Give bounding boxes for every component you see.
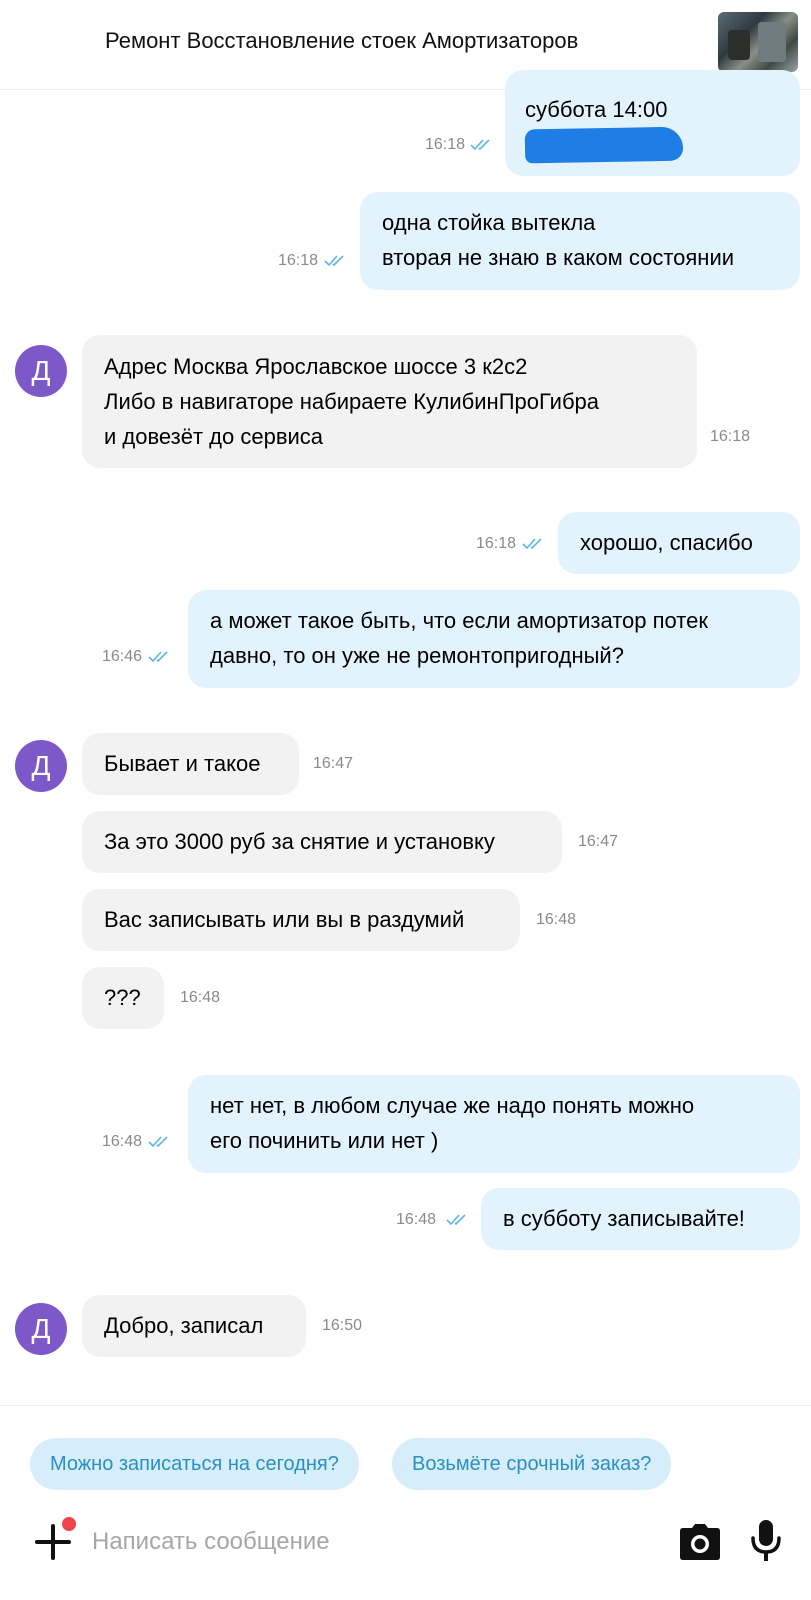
message-text: Бывает и такое [104, 751, 261, 776]
message-input[interactable] [92, 1522, 652, 1562]
message-time: 16:18 [476, 535, 517, 552]
plus-icon-bar [51, 1524, 55, 1560]
incoming-message[interactable]: Вас записывать или вы в раздумий [82, 889, 520, 951]
message-text: и довезёт до сервиса [104, 424, 324, 449]
incoming-message[interactable]: Бывает и такое [82, 733, 299, 795]
redaction-mark [524, 126, 684, 164]
message-text: его починить или нет ) [210, 1128, 439, 1153]
composer-area [0, 1405, 811, 1600]
incoming-message[interactable]: Адрес Москва Ярославское шоссе 3 к2с2 Ли… [82, 335, 697, 468]
incoming-message[interactable]: За это 3000 руб за снятие и установку [82, 811, 562, 873]
message-text: одна стойка вытекла [382, 210, 596, 235]
message-time: 16:18 [425, 136, 466, 153]
double-check-icon [148, 1135, 174, 1149]
quick-reply-chip[interactable]: Можно записаться на сегодня? [30, 1438, 359, 1490]
message-text: вторая не знаю в каком состоянии [382, 245, 735, 270]
message-text: За это 3000 руб за снятие и установку [104, 829, 495, 854]
message-text: нет нет, в любом случае же надо понять м… [210, 1093, 695, 1118]
message-text: в субботу записывайте! [503, 1206, 745, 1231]
camera-icon[interactable] [678, 1522, 722, 1566]
double-check-icon [324, 254, 350, 268]
outgoing-message[interactable]: а может такое быть, что если амортизатор… [188, 590, 800, 688]
outgoing-message[interactable]: в субботу записывайте! [481, 1188, 800, 1250]
message-time: 16:18 [278, 252, 319, 269]
chat-title[interactable]: Ремонт Восстановление стоек Амортизаторо… [105, 28, 578, 54]
double-check-icon [470, 138, 496, 152]
double-check-icon [522, 537, 548, 551]
listing-thumbnail[interactable] [718, 12, 798, 72]
outgoing-message[interactable]: нет нет, в любом случае же надо понять м… [188, 1075, 800, 1173]
sender-avatar[interactable]: Д [15, 1303, 67, 1355]
message-time: 16:47 [578, 833, 619, 850]
thumbnail-shape [728, 30, 750, 60]
message-time: 16:48 [396, 1211, 437, 1228]
incoming-message[interactable]: Добро, записал [82, 1295, 306, 1357]
message-time: 16:46 [102, 648, 143, 665]
message-text: Вас записывать или вы в раздумий [104, 907, 465, 932]
message-text: Адрес Москва Ярославское шоссе 3 к2с2 [104, 354, 528, 379]
message-text: Либо в навигаторе набираете КулибинПроГи… [104, 389, 600, 414]
sender-avatar[interactable]: Д [15, 740, 67, 792]
message-time: 16:48 [536, 911, 577, 928]
double-check-icon [148, 650, 174, 664]
incoming-message[interactable]: ??? [82, 967, 164, 1029]
message-time: 16:18 [710, 428, 751, 445]
message-time: 16:47 [313, 755, 354, 772]
outgoing-message[interactable]: одна стойка вытекла вторая не знаю в как… [360, 192, 800, 290]
message-text: суббота 14:00 [525, 97, 668, 122]
sender-avatar[interactable]: Д [15, 345, 67, 397]
message-text: ??? [104, 985, 141, 1010]
message-time: 16:50 [322, 1317, 363, 1334]
outgoing-message[interactable]: хорошо, спасибо [558, 512, 800, 574]
microphone-icon[interactable] [748, 1518, 792, 1562]
message-time: 16:48 [180, 989, 221, 1006]
message-time: 16:48 [102, 1133, 143, 1150]
thumbnail-shape [758, 22, 786, 62]
notification-dot [62, 1517, 76, 1531]
message-text: Добро, записал [104, 1313, 264, 1338]
message-text: хорошо, спасибо [580, 530, 753, 555]
double-check-icon [446, 1213, 472, 1227]
quick-reply-chip[interactable]: Возьмёте срочный заказ? [392, 1438, 672, 1490]
message-text: а может такое быть, что если амортизатор… [210, 608, 708, 633]
message-text: давно, то он уже не ремонтопригодный? [210, 643, 624, 668]
